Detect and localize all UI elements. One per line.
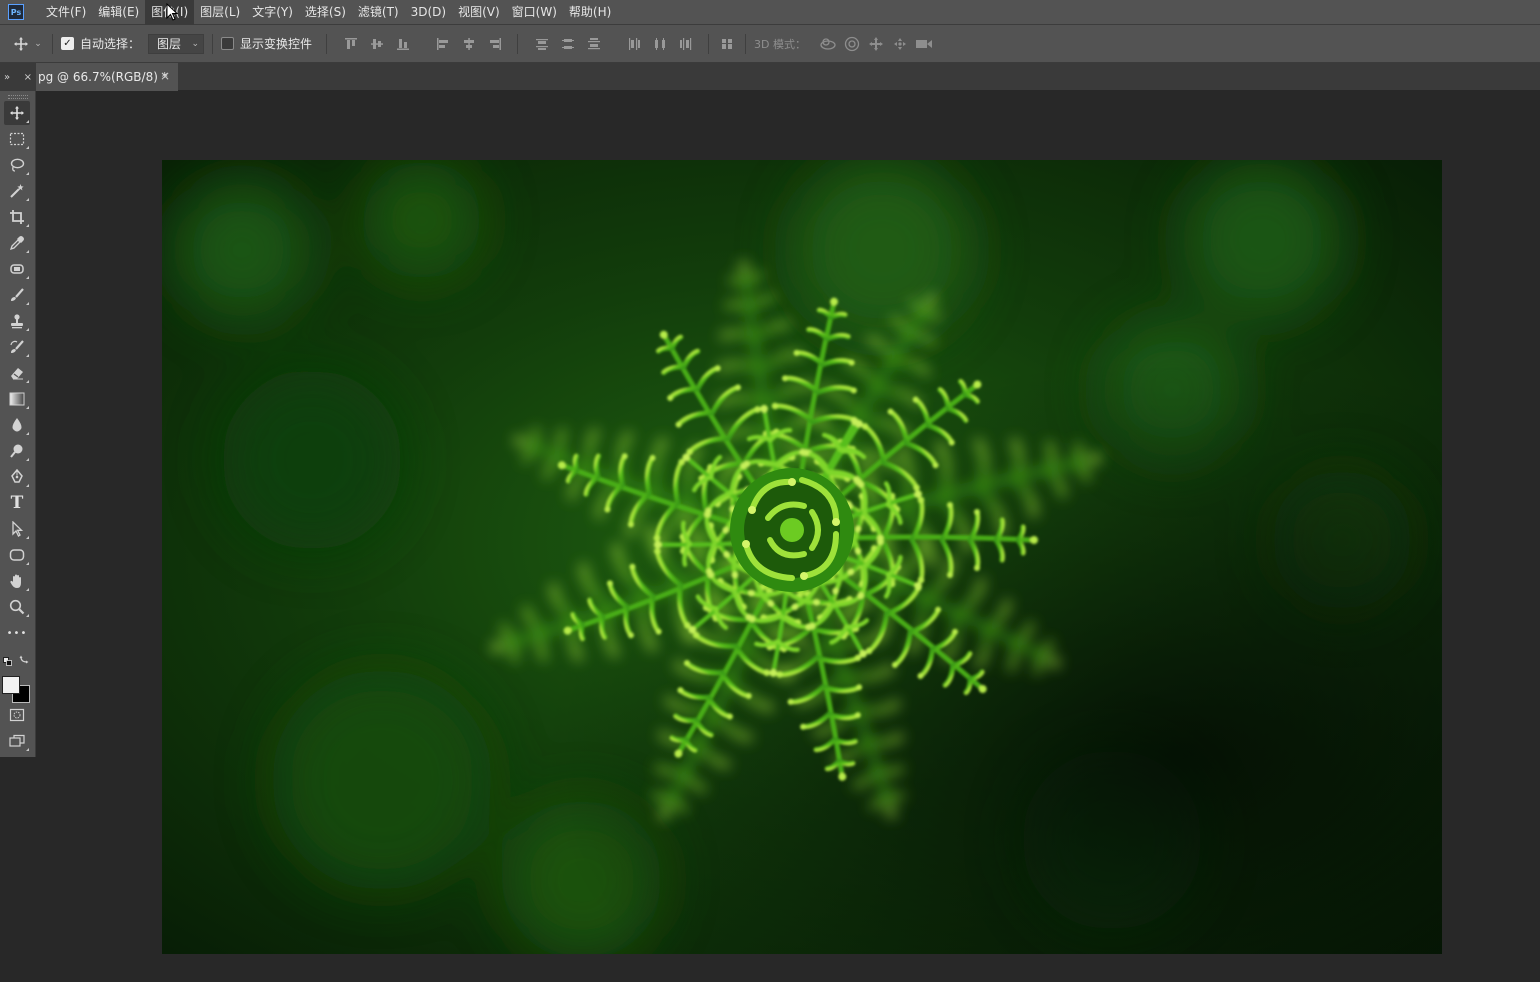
divider: [708, 33, 710, 54]
menu-layer[interactable]: 图层(L): [194, 0, 246, 25]
tools-panel-header: » ×: [0, 63, 36, 91]
rectangular-marquee-tool-icon[interactable]: [4, 127, 30, 151]
blur-tool-icon[interactable]: [4, 413, 30, 437]
menu-window[interactable]: 窗口(W): [506, 0, 563, 25]
panel-grip[interactable]: [8, 95, 28, 99]
move-tool-icon[interactable]: [4, 101, 30, 125]
divider: [745, 33, 747, 54]
menu-edit[interactable]: 编辑(E): [92, 0, 145, 25]
path-selection-tool-icon[interactable]: [4, 517, 30, 541]
shape-tool-icon[interactable]: [4, 543, 30, 567]
hand-tool-icon[interactable]: [4, 569, 30, 593]
type-tool-icon[interactable]: T: [4, 491, 30, 515]
brush-tool-icon[interactable]: [4, 283, 30, 307]
more-tools-icon[interactable]: •••: [4, 621, 30, 645]
pen-tool-icon[interactable]: [4, 465, 30, 489]
auto-align-layers-icon[interactable]: [717, 34, 737, 54]
default-colors-icon[interactable]: [3, 651, 12, 666]
distribute-right-icon[interactable]: [676, 34, 696, 54]
close-panel-icon[interactable]: ×: [24, 72, 32, 83]
menu-file[interactable]: 文件(F): [40, 0, 92, 25]
3d-orbit-icon[interactable]: [818, 34, 838, 54]
3d-pan-icon[interactable]: [866, 34, 886, 54]
show-transform-checkbox[interactable]: [221, 37, 235, 50]
gradient-tool-icon[interactable]: [4, 387, 30, 411]
crop-tool-icon[interactable]: [4, 205, 30, 229]
distribute-left-icon[interactable]: [624, 34, 644, 54]
divider: [212, 33, 214, 54]
menu-filter[interactable]: 滤镜(T): [352, 0, 405, 25]
show-transform-label: 显示变换控件: [240, 37, 313, 51]
menu-view[interactable]: 视图(V): [452, 0, 506, 25]
photoshop-logo-icon[interactable]: Ps: [8, 4, 24, 20]
distribute-vertical-center-icon[interactable]: [558, 34, 578, 54]
align-right-icon[interactable]: [485, 34, 505, 54]
zoom-tool-icon[interactable]: [4, 595, 30, 619]
mouse-cursor-icon: [166, 2, 179, 21]
menu-help[interactable]: 帮助(H): [563, 0, 617, 25]
auto-select-target-value: 图层: [157, 37, 182, 51]
history-brush-tool-icon[interactable]: [4, 335, 30, 359]
auto-select-option[interactable]: ✓ 自动选择：: [61, 34, 140, 54]
chevron-down-icon: ⌄: [191, 38, 200, 49]
3d-roll-icon[interactable]: [842, 34, 862, 54]
show-transform-option[interactable]: 显示变换控件: [221, 34, 312, 54]
align-bottom-icon[interactable]: [393, 34, 413, 54]
swap-colors-icon[interactable]: [19, 650, 30, 664]
close-icon[interactable]: ×: [160, 69, 170, 83]
collapse-panel-icon[interactable]: »: [4, 72, 10, 83]
divider: [517, 33, 519, 54]
align-horizontal-center-icon[interactable]: [459, 34, 479, 54]
distribute-bottom-icon[interactable]: [584, 34, 604, 54]
screen-mode-icon[interactable]: [4, 729, 30, 753]
distribute-top-icon[interactable]: [532, 34, 552, 54]
menu-3d[interactable]: 3D(D): [405, 0, 452, 25]
clone-stamp-tool-icon[interactable]: [4, 309, 30, 333]
tools-panel: T •••: [0, 91, 36, 757]
options-bar: ⌄ ✓ 自动选择： 图层 ⌄ 显示变换控件 3D 模式：: [0, 25, 1540, 63]
lasso-tool-icon[interactable]: [4, 153, 30, 177]
document-tab-title: pg @ 66.7%(RGB/8) *: [38, 70, 168, 84]
align-left-icon[interactable]: [433, 34, 453, 54]
menu-bar: Ps 文件(F) 编辑(E) 图像(I) 图层(L) 文字(Y) 选择(S) 滤…: [0, 0, 1540, 25]
quick-mask-icon[interactable]: [4, 703, 30, 727]
3d-slide-icon[interactable]: [890, 34, 910, 54]
align-vertical-center-icon[interactable]: [367, 34, 387, 54]
document-tab-strip: pg @ 66.7%(RGB/8) * ×: [36, 63, 1540, 91]
eyedropper-tool-icon[interactable]: [4, 231, 30, 255]
distribute-horizontal-center-icon[interactable]: [650, 34, 670, 54]
auto-select-checkbox[interactable]: ✓: [61, 37, 74, 50]
fern-photo-image: [162, 160, 1442, 954]
divider: [52, 33, 53, 54]
auto-select-label: 自动选择：: [80, 37, 141, 51]
spot-healing-tool-icon[interactable]: [4, 257, 30, 281]
document-tab[interactable]: pg @ 66.7%(RGB/8) * ×: [36, 63, 178, 91]
auto-select-target-dropdown[interactable]: 图层 ⌄: [148, 33, 205, 54]
chevron-down-icon[interactable]: ⌄: [32, 34, 44, 54]
3d-scale-icon[interactable]: [914, 34, 934, 54]
fern-photo-canvas[interactable]: [162, 160, 1442, 954]
foreground-color-swatch[interactable]: [2, 676, 20, 694]
menu-type[interactable]: 文字(Y): [246, 0, 299, 25]
menu-select[interactable]: 选择(S): [299, 0, 352, 25]
move-tool-preset-icon[interactable]: [10, 34, 32, 54]
3d-mode-label: 3D 模式：: [754, 37, 806, 51]
align-top-icon[interactable]: [341, 34, 361, 54]
magic-wand-tool-icon[interactable]: [4, 179, 30, 203]
dodge-tool-icon[interactable]: [4, 439, 30, 463]
eraser-tool-icon[interactable]: [4, 361, 30, 385]
divider: [326, 33, 328, 54]
